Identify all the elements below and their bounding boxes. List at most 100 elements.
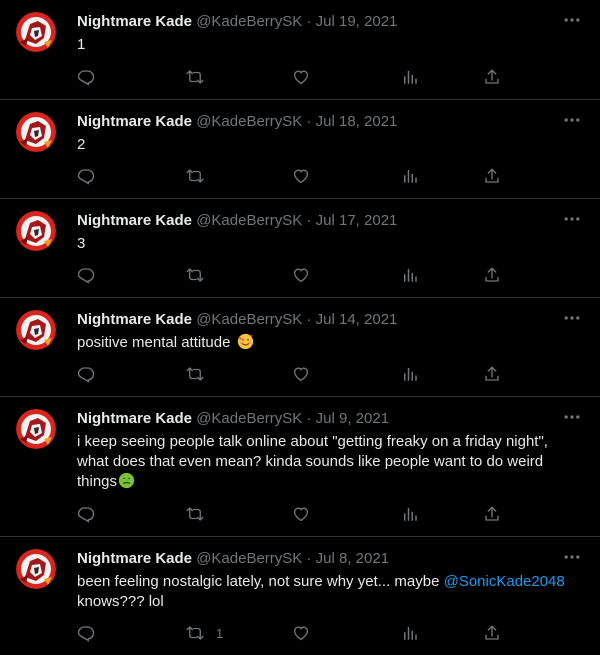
handle[interactable]: @KadeBerrySK	[196, 550, 302, 567]
display-name[interactable]: Nightmare Kade	[77, 410, 192, 427]
avatar[interactable]	[16, 549, 56, 589]
tweet-header: Nightmare Kade @KadeBerrySK · Jul 14, 20…	[77, 310, 397, 330]
tweet-text: 1	[77, 36, 86, 53]
reply-button[interactable]	[77, 67, 95, 87]
avatar[interactable]	[16, 409, 56, 449]
avatar[interactable]	[16, 310, 56, 350]
mention-link[interactable]: @SonicKade2048	[444, 573, 565, 590]
views-button[interactable]	[401, 166, 419, 186]
more-horizontal-icon[interactable]	[562, 10, 582, 30]
share-button[interactable]	[483, 623, 501, 643]
share-icon	[483, 68, 501, 86]
separator: ·	[306, 13, 312, 30]
tweet[interactable]: Nightmare Kade @KadeBerrySK · Jul 8, 202…	[0, 537, 600, 655]
heart-icon	[292, 167, 310, 185]
share-button[interactable]	[483, 166, 501, 186]
retweet-icon	[186, 624, 204, 642]
more-horizontal-icon[interactable]	[562, 407, 582, 427]
views-chart-icon	[401, 167, 419, 185]
tweet-date[interactable]: Jul 8, 2021	[316, 550, 389, 567]
retweet-button[interactable]	[186, 67, 204, 87]
tweet[interactable]: Nightmare Kade @KadeBerrySK · Jul 17, 20…	[0, 199, 600, 298]
tweet-header: Nightmare Kade @KadeBerrySK · Jul 8, 202…	[77, 549, 389, 569]
tweet-text: positive mental attitude	[77, 333, 582, 353]
retweet-button[interactable]	[186, 166, 204, 186]
views-chart-icon	[401, 505, 419, 523]
tweet-actions	[0, 67, 600, 89]
share-button[interactable]	[483, 265, 501, 285]
heart-icon	[292, 68, 310, 86]
tweet-text-line: i keep seeing people talk online about "…	[77, 433, 548, 450]
reply-button[interactable]	[77, 623, 95, 643]
like-button[interactable]	[292, 623, 310, 643]
share-button[interactable]	[483, 504, 501, 524]
tweet-date[interactable]: Jul 17, 2021	[316, 212, 398, 229]
reply-icon	[77, 68, 95, 86]
retweet-icon	[186, 68, 204, 86]
like-button[interactable]	[292, 504, 310, 524]
tweet-text: 2	[77, 136, 86, 153]
avatar[interactable]	[16, 112, 56, 152]
views-button[interactable]	[401, 265, 419, 285]
views-button[interactable]	[401, 623, 419, 643]
like-button[interactable]	[292, 364, 310, 384]
tweet-date[interactable]: Jul 19, 2021	[316, 13, 398, 30]
display-name[interactable]: Nightmare Kade	[77, 311, 192, 328]
tweet-text: been feeling nostalgic lately, not sure …	[77, 572, 582, 612]
tweet-text-line: things	[77, 472, 582, 492]
tweet[interactable]: Nightmare Kade @KadeBerrySK · Jul 9, 202…	[0, 397, 600, 537]
tweet-date[interactable]: Jul 18, 2021	[316, 113, 398, 130]
tweet-text-content: been feeling nostalgic lately, not sure …	[77, 573, 444, 590]
tweet-text-line: knows??? lol	[77, 593, 164, 610]
handle[interactable]: @KadeBerrySK	[196, 113, 302, 130]
heart-icon	[292, 266, 310, 284]
retweet-button[interactable]	[186, 364, 204, 384]
reply-button[interactable]	[77, 265, 95, 285]
like-button[interactable]	[292, 67, 310, 87]
tweet-header: Nightmare Kade @KadeBerrySK · Jul 19, 20…	[77, 12, 397, 32]
avatar[interactable]	[16, 12, 56, 52]
reply-button[interactable]	[77, 504, 95, 524]
separator: ·	[306, 212, 312, 229]
reply-button[interactable]	[77, 166, 95, 186]
handle[interactable]: @KadeBerrySK	[196, 410, 302, 427]
display-name[interactable]: Nightmare Kade	[77, 113, 192, 130]
like-button[interactable]	[292, 166, 310, 186]
share-icon	[483, 266, 501, 284]
views-button[interactable]	[401, 364, 419, 384]
more-horizontal-icon[interactable]	[562, 547, 582, 567]
reply-button[interactable]	[77, 364, 95, 384]
handle[interactable]: @KadeBerrySK	[196, 212, 302, 229]
tweet-text-line: been feeling nostalgic lately, not sure …	[77, 572, 582, 592]
views-chart-icon	[401, 68, 419, 86]
tweet[interactable]: Nightmare Kade @KadeBerrySK · Jul 18, 20…	[0, 100, 600, 199]
display-name[interactable]: Nightmare Kade	[77, 550, 192, 567]
handle[interactable]: @KadeBerrySK	[196, 13, 302, 30]
more-horizontal-icon[interactable]	[562, 209, 582, 229]
share-button[interactable]	[483, 67, 501, 87]
smiling-face-with-hearts-icon	[237, 333, 253, 350]
tweet-actions	[0, 504, 600, 526]
views-chart-icon	[401, 624, 419, 642]
handle[interactable]: @KadeBerrySK	[196, 311, 302, 328]
more-horizontal-icon[interactable]	[562, 308, 582, 328]
tweet-actions	[0, 364, 600, 386]
tweet[interactable]: Nightmare Kade @KadeBerrySK · Jul 14, 20…	[0, 298, 600, 397]
avatar[interactable]	[16, 211, 56, 251]
views-button[interactable]	[401, 504, 419, 524]
share-button[interactable]	[483, 364, 501, 384]
views-button[interactable]	[401, 67, 419, 87]
tweet[interactable]: Nightmare Kade @KadeBerrySK · Jul 19, 20…	[0, 0, 600, 100]
display-name[interactable]: Nightmare Kade	[77, 13, 192, 30]
retweet-button[interactable]	[186, 265, 204, 285]
like-button[interactable]	[292, 265, 310, 285]
display-name[interactable]: Nightmare Kade	[77, 212, 192, 229]
heart-icon	[292, 505, 310, 523]
share-icon	[483, 624, 501, 642]
tweet-date[interactable]: Jul 14, 2021	[316, 311, 398, 328]
retweet-button[interactable]	[186, 504, 204, 524]
separator: ·	[306, 311, 312, 328]
more-horizontal-icon[interactable]	[562, 110, 582, 130]
tweet-date[interactable]: Jul 9, 2021	[316, 410, 389, 427]
retweet-button[interactable]: 1	[186, 623, 223, 643]
